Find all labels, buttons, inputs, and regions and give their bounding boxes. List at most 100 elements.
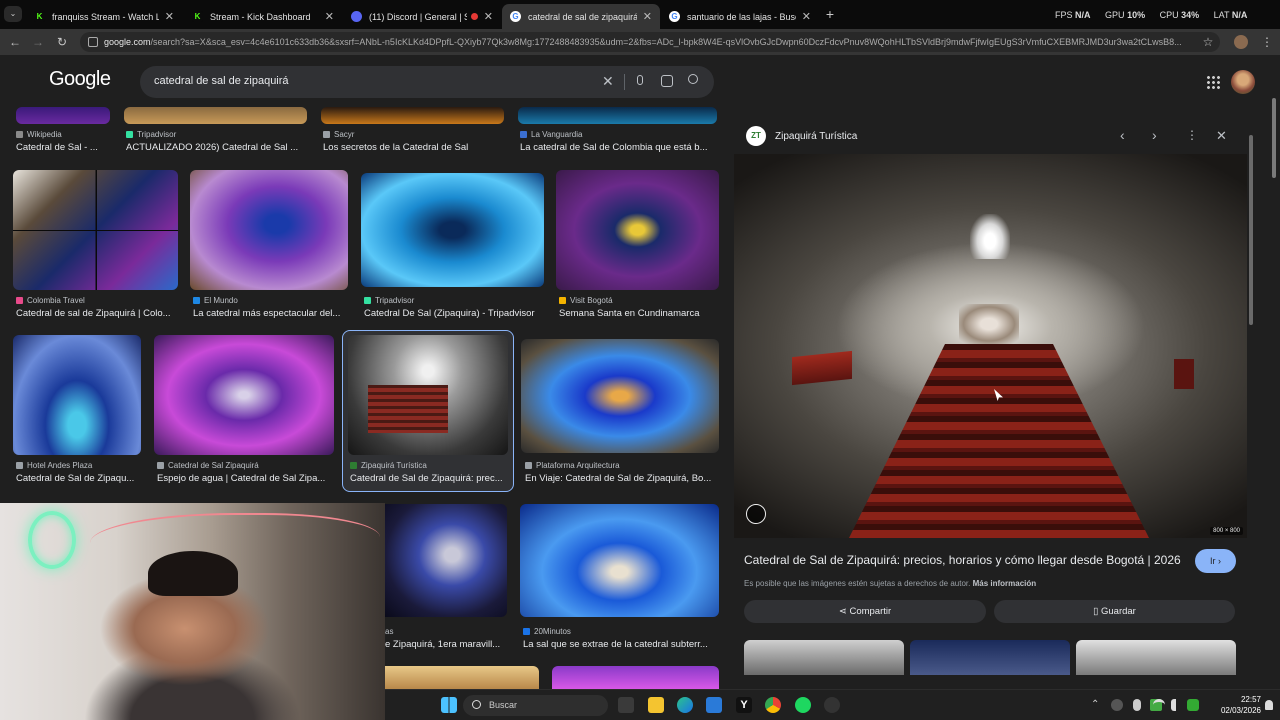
more-options-icon[interactable]: ⋮ — [1186, 128, 1198, 142]
clock[interactable]: 22:57 02/03/2026 — [1211, 694, 1261, 716]
result-caption[interactable]: Catedral de sal de Zipaquirá | Colo... — [16, 308, 178, 319]
taskbar-search[interactable]: Buscar — [463, 695, 608, 716]
tab-search-button[interactable]: ⌄ — [4, 6, 22, 22]
result-caption[interactable]: ACTUALIZADO 2026) Catedral de Sal ... — [126, 142, 306, 153]
obs-icon[interactable] — [824, 697, 840, 713]
result-image[interactable] — [385, 504, 507, 617]
save-button[interactable]: ▯ Guardar — [994, 600, 1235, 623]
account-avatar[interactable] — [1231, 70, 1255, 94]
result-source[interactable]: La Vanguardia — [520, 130, 582, 139]
bookmark-star-icon[interactable]: ☆ — [1199, 33, 1217, 51]
result-caption[interactable]: La sal que se extrae de la catedral subt… — [523, 639, 717, 650]
clear-icon[interactable]: ✕ — [602, 73, 614, 90]
store-icon[interactable] — [706, 697, 722, 713]
result-caption[interactable]: En Viaje: Catedral de Sal de Zipaquirá, … — [525, 473, 717, 484]
new-tab-button[interactable]: + — [822, 6, 838, 22]
share-button[interactable]: ⋖ Compartir — [744, 600, 986, 623]
volume-icon[interactable] — [1171, 699, 1183, 711]
result-caption[interactable]: Catedral De Sal (Zipaquira) - Tripadviso… — [364, 308, 549, 319]
page-scrollbar[interactable] — [1270, 95, 1278, 690]
address-bar[interactable]: google.com/search?sa=X&sca_esv=4c4e6101c… — [80, 32, 1220, 52]
google-logo[interactable]: Google — [49, 68, 111, 91]
site-settings-icon[interactable] — [88, 37, 98, 47]
result-image[interactable] — [124, 107, 307, 124]
panel-scrollbar-thumb[interactable] — [1249, 135, 1253, 325]
result-image[interactable] — [13, 335, 141, 455]
result-image[interactable] — [13, 170, 178, 290]
result-image[interactable] — [520, 504, 719, 617]
result-image[interactable] — [552, 666, 719, 689]
visit-button[interactable]: Ir › — [1195, 549, 1236, 573]
tab-kick-dashboard[interactable]: K Stream - Kick Dashboard ✕ — [184, 4, 342, 29]
result-caption[interactable]: Los secretos de la Catedral de Sal — [323, 142, 508, 153]
close-icon[interactable]: ✕ — [802, 10, 811, 23]
microphone-icon[interactable] — [637, 75, 643, 85]
search-bar[interactable]: catedral de sal de zipaquirá ✕ — [140, 66, 714, 98]
power-icon[interactable] — [1187, 699, 1199, 711]
next-icon[interactable]: › — [1152, 127, 1157, 143]
site-name[interactable]: Zipaquirá Turística — [775, 131, 857, 142]
result-caption[interactable]: Catedral de Sal de Zipaquirá: prec... — [350, 473, 508, 484]
microphone-tray-icon[interactable] — [1133, 699, 1141, 711]
result-source[interactable]: Catedral de Sal Zipaquirá — [157, 461, 259, 470]
result-image[interactable] — [361, 173, 544, 287]
wifi-icon[interactable] — [1153, 699, 1165, 711]
previous-icon[interactable]: ‹ — [1120, 127, 1125, 143]
result-caption[interactable]: Catedral de Sal de Zipaqu... — [16, 473, 141, 484]
result-caption[interactable]: La catedral más espectacular del... — [193, 308, 348, 319]
tab-catedral-active[interactable]: G catedral de sal de zipaquirá - B ✕ — [502, 4, 660, 29]
close-icon[interactable]: ✕ — [1216, 128, 1227, 144]
result-caption[interactable]: Semana Santa en Cundinamarca — [559, 308, 719, 319]
result-image[interactable] — [518, 107, 717, 124]
result-caption[interactable]: e Zipaquirá, 1era maravill... — [385, 639, 505, 650]
result-image[interactable] — [16, 107, 110, 124]
result-source[interactable]: El Mundo — [193, 296, 238, 305]
edge-icon[interactable] — [677, 697, 693, 713]
chrome-icon[interactable] — [765, 697, 781, 713]
result-caption[interactable]: Catedral de Sal - ... — [16, 142, 116, 153]
preview-title[interactable]: Catedral de Sal de Zipaquirá: precios, h… — [744, 553, 1194, 567]
result-image[interactable] — [521, 339, 719, 453]
result-source[interactable]: Plataforma Arquitectura — [525, 461, 620, 470]
result-source[interactable]: Tripadvisor — [126, 130, 176, 139]
result-source[interactable]: Zipaquirá Turística — [350, 461, 427, 470]
result-source[interactable]: Sacyr — [323, 130, 354, 139]
back-icon[interactable]: ← — [6, 33, 24, 51]
spotify-icon[interactable] — [795, 697, 811, 713]
close-icon[interactable]: ✕ — [165, 10, 174, 23]
file-explorer-icon[interactable] — [648, 697, 664, 713]
result-image[interactable] — [190, 170, 348, 290]
browser-menu-icon[interactable]: ⋮ — [1258, 33, 1276, 51]
y-app-icon[interactable]: Y — [736, 697, 752, 713]
result-source[interactable]: Hotel Andes Plaza — [16, 461, 92, 470]
preview-image[interactable]: 800 × 800 — [734, 154, 1247, 538]
result-image[interactable] — [321, 107, 504, 124]
result-source[interactable]: Wikipedia — [16, 130, 62, 139]
lens-search-icon[interactable] — [746, 504, 766, 524]
related-image[interactable] — [1076, 640, 1236, 675]
profile-avatar[interactable] — [1234, 35, 1248, 49]
tab-santuario[interactable]: G santuario de las lajas - Buscar c ✕ — [661, 4, 819, 29]
result-image[interactable] — [154, 335, 334, 455]
windows-start-icon[interactable] — [441, 697, 457, 713]
result-source[interactable]: 20Minutos — [523, 627, 571, 636]
result-source[interactable]: Visit Bogotá — [559, 296, 613, 305]
more-info-link[interactable]: Más información — [973, 579, 1037, 588]
close-icon[interactable]: ✕ — [484, 10, 493, 23]
tab-discord[interactable]: (11) Discord | General | Soy ✕ — [343, 4, 501, 29]
scrollbar-thumb[interactable] — [1272, 98, 1276, 178]
close-icon[interactable]: ✕ — [643, 10, 652, 23]
result-image[interactable] — [385, 666, 539, 689]
search-input[interactable]: catedral de sal de zipaquirá — [154, 75, 289, 87]
lens-icon[interactable] — [661, 75, 673, 87]
result-image-selected[interactable] — [348, 335, 508, 455]
close-icon[interactable]: ✕ — [325, 10, 334, 23]
tray-chevron-icon[interactable]: ⌃ — [1091, 699, 1099, 710]
forward-icon[interactable]: → — [29, 33, 47, 51]
related-image[interactable] — [910, 640, 1070, 675]
search-icon[interactable] — [688, 74, 698, 84]
result-source[interactable]: as — [385, 627, 393, 636]
reload-icon[interactable]: ↻ — [53, 33, 71, 51]
tray-app-icon[interactable] — [1111, 699, 1123, 711]
notification-bell-icon[interactable] — [1265, 700, 1273, 710]
